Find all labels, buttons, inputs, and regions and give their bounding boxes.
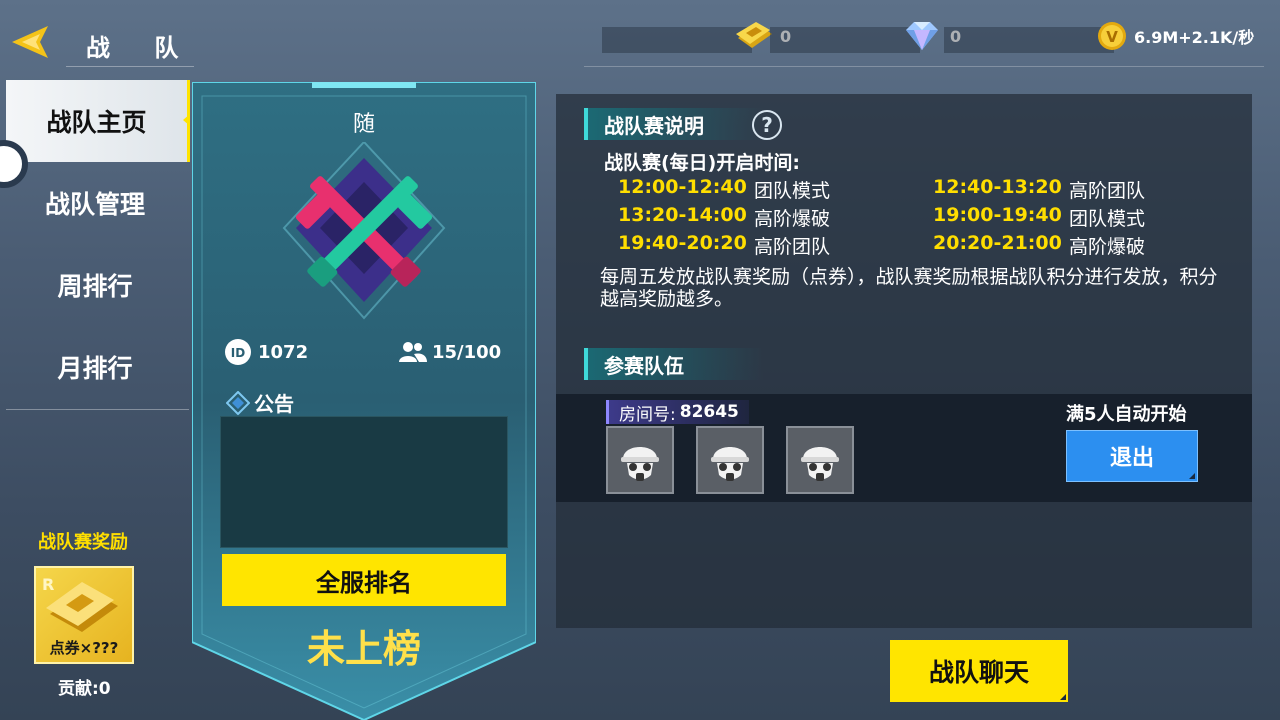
back-arrow-icon [12, 26, 48, 58]
team-members: 15/100 [398, 340, 501, 364]
title-divider [66, 66, 194, 67]
members-icon [399, 342, 427, 362]
reward-title: 战队赛奖励 [38, 532, 128, 553]
coin-value: 6.9M+2.1K/秒 [1134, 28, 1255, 47]
section-rules-header: 战队赛说明 [584, 108, 764, 140]
team-card: 随 ID 1072 15/100 公告 全服排名 未上榜 [192, 82, 536, 720]
schedule-mode: 团队模式 [1069, 208, 1146, 230]
schedule-row: 19:40-20:20 高阶团队 20:20-21:00 高阶爆破 [618, 232, 1238, 260]
coin-bar [944, 27, 1114, 53]
back-button[interactable] [10, 22, 52, 62]
nav-item-monthly-rank[interactable]: 月排行 [0, 326, 190, 408]
diamond-icon [906, 22, 938, 50]
voucher-icon [736, 22, 772, 48]
schedule-row: 13:20-14:00 高阶爆破 19:00-19:40 团队模式 [618, 204, 1238, 232]
diamond-balance[interactable]: 0 [752, 20, 961, 53]
corner-mark [1189, 473, 1195, 479]
auto-start-text: 满5人自动开始 [1066, 404, 1187, 425]
server-rank-button[interactable]: 全服排名 [222, 554, 506, 606]
room-number: 82645 [679, 402, 739, 422]
coin-icon: V [1098, 22, 1126, 50]
schedule-time: 19:00-19:40 [933, 204, 1062, 226]
team-id: ID 1072 [224, 338, 308, 366]
rank-status: 未上榜 [306, 627, 421, 671]
svg-text:ID: ID [231, 346, 245, 360]
rules-description: 每周五发放战队赛奖励（点券），战队赛奖励根据战队积分进行发放，积分越高奖励越多。 [600, 266, 1218, 310]
notice-title-label: 公告 [254, 392, 294, 416]
voucher-balance[interactable]: 0 [584, 20, 791, 53]
team-chat-label: 战队聊天 [928, 658, 1029, 687]
section-teams-title: 参赛队伍 [604, 353, 684, 378]
team-chat-button[interactable]: 战队聊天 [890, 640, 1068, 702]
resource-divider [584, 66, 1264, 67]
schedule-time: 12:40-13:20 [933, 176, 1062, 198]
schedule-time: 20:20-21:00 [933, 232, 1062, 254]
nav-label: 战队管理 [44, 190, 145, 219]
room-number-label: 房间号: 82645 [606, 400, 749, 425]
notice-diamond-icon [226, 390, 250, 415]
player-slot[interactable] [696, 426, 764, 494]
side-nav: 战队主页 战队管理 周排行 月排行 [0, 80, 190, 408]
team-name-initial: 随 [352, 112, 375, 137]
nav-label: 周排行 [57, 272, 133, 301]
svg-text:V: V [1106, 28, 1118, 46]
reward-card[interactable]: R 点券×??? [34, 566, 134, 664]
info-panel: 战队赛说明 ? 战队赛(每日)开启时间: 12:00-12:40 团队模式 12… [556, 94, 1252, 628]
masked-player-icon [801, 447, 839, 481]
section-teams-header: 参赛队伍 [584, 348, 764, 380]
player-slot[interactable] [606, 426, 674, 494]
id-badge-icon: ID [225, 339, 251, 365]
voucher-icon: R [42, 575, 118, 632]
diamond-bar [770, 27, 920, 53]
schedule-mode: 高阶爆破 [754, 208, 831, 230]
room-key: 房间号: [619, 404, 676, 425]
masked-player-icon [621, 447, 659, 481]
contribution-text: 贡献:0 [58, 679, 111, 699]
nav-label: 月排行 [57, 354, 133, 383]
section-rules-title: 战队赛说明 [604, 113, 704, 138]
notice-box [220, 416, 508, 548]
notice-title: 公告 [226, 388, 294, 417]
schedule-mode: 团队模式 [754, 180, 831, 202]
nav-item-team-manage[interactable]: 战队管理 [0, 162, 190, 244]
exit-button-label: 退出 [1109, 446, 1154, 471]
nav-divider [6, 409, 189, 410]
player-slot[interactable] [786, 426, 854, 494]
nav-item-weekly-rank[interactable]: 周排行 [0, 244, 190, 326]
svg-text:R: R [42, 575, 54, 594]
nav-item-team-home[interactable]: 战队主页 [6, 80, 190, 162]
help-icon[interactable]: ? [752, 110, 782, 140]
schedule-mode: 高阶爆破 [1069, 236, 1146, 258]
coin-balance[interactable]: V 6.9M+2.1K/秒 [926, 20, 1255, 53]
nav-label: 战队主页 [46, 108, 147, 137]
masked-player-icon [711, 447, 749, 481]
schedule-time: 13:20-14:00 [618, 204, 747, 226]
exit-button[interactable]: 退出 [1066, 430, 1198, 482]
schedule-row: 12:00-12:40 团队模式 12:40-13:20 高阶团队 [618, 176, 1238, 204]
schedule-time: 12:00-12:40 [618, 176, 747, 198]
schedule-mode: 高阶团队 [1069, 180, 1146, 202]
corner-mark [1060, 694, 1066, 700]
voucher-bar [602, 27, 752, 53]
open-time-label: 战队赛(每日)开启时间: [604, 152, 800, 174]
team-emblem-icon [282, 142, 446, 320]
schedule-time: 19:40-20:20 [618, 232, 747, 254]
team-members-value: 15/100 [432, 341, 502, 363]
team-id-value: 1072 [258, 341, 309, 363]
reward-card-label: 点券×??? [49, 639, 119, 657]
schedule-mode: 高阶团队 [754, 236, 831, 258]
page-title: 战 队 [86, 34, 197, 62]
